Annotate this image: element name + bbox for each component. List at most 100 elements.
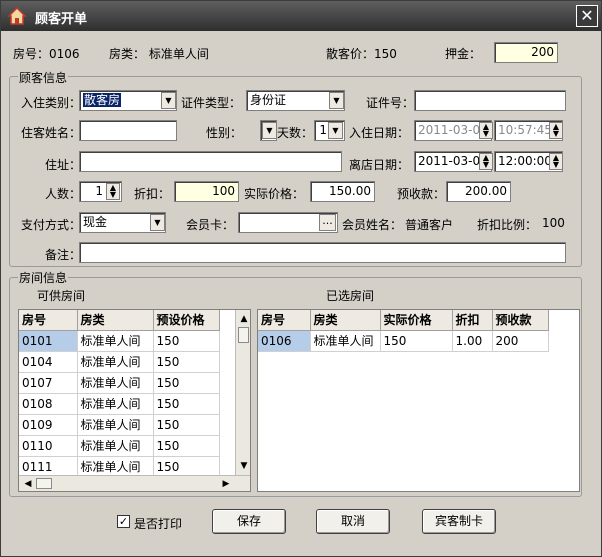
discount-label: 折扣： xyxy=(134,187,171,201)
table-cell: 150 xyxy=(153,456,220,478)
actual-price-label: 实际价格： xyxy=(244,187,305,201)
checkout-date-spinner[interactable]: ▲ ▼ xyxy=(479,153,493,170)
column-header[interactable]: 预设价格 xyxy=(153,310,220,331)
close-button[interactable]: ✕ xyxy=(576,5,598,27)
id-type-label: 证件类型： xyxy=(181,96,242,110)
save-button[interactable]: 保存 xyxy=(212,509,286,534)
guest-name-input[interactable] xyxy=(79,120,177,141)
id-no-label: 证件号： xyxy=(366,96,415,110)
table-cell: 标准单人间 xyxy=(310,330,381,352)
checkin-date-spinner[interactable]: ▲ ▼ xyxy=(479,122,493,139)
table-row[interactable]: 0101 标准单人间 150 xyxy=(19,330,220,352)
table-cell: 0107 xyxy=(19,372,78,394)
scroll-right-icon[interactable]: ▶ xyxy=(219,477,233,491)
customer-order-window: 顾客开单 ✕ 房号：0106 房类： 标准单人间 散客价：150 押金： 200… xyxy=(0,0,602,557)
checkin-time-spinner[interactable]: ▲ ▼ xyxy=(549,122,563,139)
people-spinner[interactable]: ▲ ▼ xyxy=(106,183,120,200)
scroll-down-icon[interactable]: ▼ xyxy=(237,459,250,473)
checkout-time-spinner[interactable]: ▲ ▼ xyxy=(549,153,563,170)
member-card-label: 会员卡： xyxy=(186,218,235,232)
address-input[interactable] xyxy=(79,151,342,172)
column-header[interactable]: 折扣 xyxy=(452,310,493,331)
column-header[interactable]: 实际价格 xyxy=(380,310,453,331)
people-label: 人数： xyxy=(45,187,82,201)
table-cell: 标准单人间 xyxy=(77,393,154,415)
column-header[interactable]: 房号 xyxy=(19,310,78,331)
available-vertical-scrollbar[interactable]: ▲ ▼ xyxy=(235,310,250,475)
room-type-text: 房类： 标准单人间 xyxy=(109,47,209,61)
table-cell: 150 xyxy=(153,372,220,394)
table-cell: 标准单人间 xyxy=(77,330,154,352)
guest-name-label: 住客姓名： xyxy=(21,126,82,140)
table-cell: 150 xyxy=(153,330,220,352)
available-rooms-grid[interactable]: 房号 房类 预设价格 0101 标准单人间 150 0104 标准单人间 150 0107 标准单… xyxy=(18,309,251,492)
table-cell: 标准单人间 xyxy=(77,456,154,478)
available-rooms-table: 房号 房类 预设价格 0101 标准单人间 150 0104 标准单人间 150 0107 标准单… xyxy=(19,310,220,478)
table-cell: 1.00 xyxy=(452,330,493,352)
member-name-label: 会员姓名： xyxy=(342,218,403,232)
table-cell: 标准单人间 xyxy=(77,414,154,436)
chevron-down-icon[interactable]: ▼ xyxy=(161,92,176,109)
table-row[interactable]: 0106 标准单人间 150 1.00 200 xyxy=(258,330,549,352)
table-row[interactable]: 0109 标准单人间 150 xyxy=(19,414,220,436)
prepay-input[interactable]: 200.00 xyxy=(446,181,511,202)
column-header[interactable]: 房类 xyxy=(310,310,381,331)
room-info-title: 房间信息 xyxy=(18,269,69,286)
scroll-up-icon[interactable]: ▲ xyxy=(237,312,250,326)
selected-rooms-grid[interactable]: 房号 房类 实际价格 折扣 预收款 0106 标准单人间 150 1.00 200 xyxy=(257,309,580,492)
table-row[interactable]: 0110 标准单人间 150 xyxy=(19,435,220,457)
available-rooms-title: 可供房间 xyxy=(37,289,86,303)
deposit-input[interactable]: 200 xyxy=(494,42,558,63)
table-cell: 150 xyxy=(153,351,220,373)
make-card-button[interactable]: 宾客制卡 xyxy=(422,509,496,534)
discount-ratio-value: 100 xyxy=(542,216,565,230)
table-cell: 200 xyxy=(492,330,549,352)
scroll-left-icon[interactable]: ◀ xyxy=(21,477,35,491)
available-horizontal-scrollbar[interactable]: ◀ ▶ xyxy=(19,475,250,491)
member-card-browse-button[interactable]: ... xyxy=(319,214,336,231)
print-label: 是否打印 xyxy=(134,517,183,531)
table-row[interactable]: 0111 标准单人间 150 xyxy=(19,456,220,478)
column-header[interactable]: 房号 xyxy=(258,310,311,331)
cancel-button[interactable]: 取消 xyxy=(316,509,390,534)
table-row[interactable]: 0104 标准单人间 150 xyxy=(19,351,220,373)
table-cell: 0101 xyxy=(19,330,78,352)
table-row[interactable]: 0108 标准单人间 150 xyxy=(19,393,220,415)
table-row[interactable]: 0107 标准单人间 150 xyxy=(19,372,220,394)
guest-info-title: 顾客信息 xyxy=(18,69,69,86)
scroll-thumb[interactable] xyxy=(36,478,52,489)
chevron-down-icon[interactable]: ▼ xyxy=(262,122,277,139)
payment-label: 支付方式： xyxy=(21,218,82,232)
table-cell: 0111 xyxy=(19,456,78,478)
id-no-input[interactable] xyxy=(414,90,566,111)
column-header[interactable]: 房类 xyxy=(77,310,154,331)
discount-input[interactable]: 100 xyxy=(174,181,239,202)
table-cell: 150 xyxy=(153,414,220,436)
table-cell: 150 xyxy=(380,330,453,352)
gender-label: 性别： xyxy=(206,126,243,140)
selected-rooms-title: 已选房间 xyxy=(326,289,375,303)
remark-input[interactable] xyxy=(79,242,566,263)
checkin-type-label: 入住类别： xyxy=(21,96,82,110)
prepay-label: 预收款： xyxy=(397,187,446,201)
print-checkbox[interactable]: ✓ xyxy=(117,515,130,528)
table-cell: 0110 xyxy=(19,435,78,457)
window-title: 顾客开单 xyxy=(35,12,88,27)
checkout-date-label: 离店日期： xyxy=(349,158,410,172)
title-bar: 顾客开单 ✕ xyxy=(1,1,601,31)
table-cell: 150 xyxy=(153,393,220,415)
chevron-down-icon[interactable]: ▼ xyxy=(328,122,343,139)
actual-price-input[interactable]: 150.00 xyxy=(310,181,375,202)
table-cell: 0109 xyxy=(19,414,78,436)
remark-label: 备注： xyxy=(45,248,82,262)
chevron-down-icon[interactable]: ▼ xyxy=(150,214,165,231)
home-icon xyxy=(8,7,26,25)
member-name-value: 普通客户 xyxy=(405,218,454,232)
table-cell: 0104 xyxy=(19,351,78,373)
table-cell: 0108 xyxy=(19,393,78,415)
room-no-text: 房号：0106 xyxy=(13,47,80,61)
chevron-down-icon[interactable]: ▼ xyxy=(329,92,344,109)
column-header[interactable]: 预收款 xyxy=(492,310,549,331)
discount-ratio-label: 折扣比例： xyxy=(477,218,538,232)
scroll-thumb[interactable] xyxy=(238,327,249,343)
